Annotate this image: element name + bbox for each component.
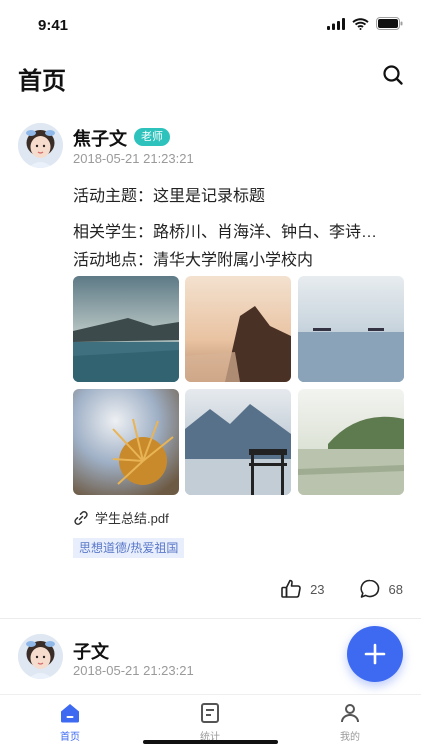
photo-grid [73,276,404,496]
profile-icon [341,704,359,723]
avatar-image [18,634,63,679]
students-label: 相关学生： [73,224,154,241]
comment-button[interactable]: 68 [359,578,403,600]
role-badge: 老师 [134,128,170,146]
link-icon [74,510,88,525]
search-icon [383,65,403,85]
signal-icon [327,17,345,30]
add-record-button[interactable] [347,626,403,682]
activity-theme: 活动主题：这里是记录标题 [73,182,403,206]
status-time: 9:41 [38,17,69,34]
photo-thumbnail[interactable] [185,389,291,495]
photo-thumbnail[interactable] [73,276,179,382]
theme-value: 这里是记录标题 [153,188,266,205]
chart-icon [201,703,219,723]
post-actions: 23 68 [280,578,403,600]
place-value: 清华大学附属小学校内 [153,252,314,269]
students-value: 路桥川、肖海洋、钟白、李诗… [153,224,378,241]
tab-label: 我的 [340,732,360,743]
status-bar: 9:41 [0,0,421,52]
header: 首页 [0,52,421,102]
like-count: 23 [310,581,325,597]
attachment-link[interactable]: 学生总结.pdf [73,508,169,527]
related-students: 相关学生：路桥川、肖海洋、钟白、李诗… [73,218,403,242]
home-indicator [143,740,278,744]
author-name[interactable]: 焦子文 [73,125,127,151]
avatar[interactable] [18,634,63,679]
avatar-image [18,123,63,168]
post-time: 2018-05-21 21:23:21 [73,151,194,166]
comment-icon [359,579,379,598]
like-button[interactable]: 23 [280,578,325,600]
author-name[interactable]: 子文 [73,638,109,664]
place-label: 活动地点： [73,252,154,269]
photo-thumbnail[interactable] [298,276,404,382]
thumbs-up-icon [281,579,301,598]
comment-count: 68 [388,581,403,597]
page-title: 首页 [18,68,66,95]
search-button[interactable] [381,63,405,87]
tab-profile[interactable]: 我的 [310,701,390,743]
post-divider [0,618,421,619]
activity-place: 活动地点：清华大学附属小学校内 [73,246,403,270]
tab-home[interactable]: 首页 [30,701,110,743]
theme-label: 活动主题： [73,188,154,205]
category-tag[interactable]: 思想道德/热爱祖国 [73,538,185,558]
tab-statistics[interactable]: 统计 [170,701,250,743]
plus-icon [364,643,386,665]
wifi-icon [352,17,369,30]
attachment-name: 学生总结.pdf [95,511,169,526]
photo-thumbnail[interactable] [73,389,179,495]
avatar[interactable] [18,123,63,168]
battery-icon [376,17,403,30]
photo-thumbnail[interactable] [298,389,404,495]
status-icons [327,17,403,30]
tab-label: 首页 [60,732,80,743]
post-time: 2018-05-21 21:23:21 [73,663,194,678]
home-icon [61,704,79,723]
photo-thumbnail[interactable] [185,276,291,382]
